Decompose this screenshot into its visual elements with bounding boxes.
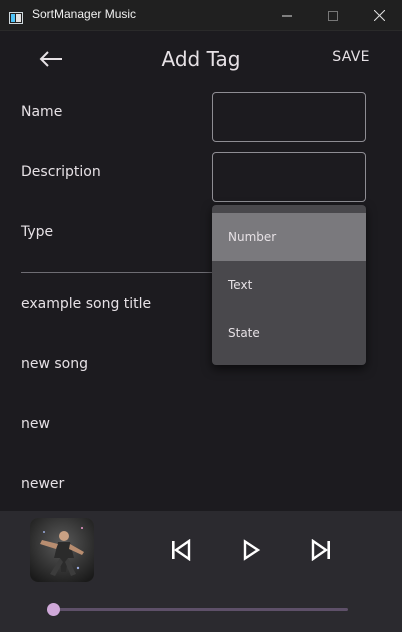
type-label: Type — [21, 224, 54, 240]
name-label: Name — [21, 104, 63, 120]
play-icon — [243, 539, 261, 561]
progress-slider-track[interactable] — [53, 608, 348, 611]
close-button[interactable] — [356, 0, 402, 31]
skip-next-icon — [311, 539, 330, 561]
previous-button[interactable] — [167, 536, 195, 564]
close-icon — [373, 10, 385, 21]
dropdown-option-number[interactable]: Number — [212, 213, 366, 261]
dropdown-option-state[interactable]: State — [212, 309, 366, 357]
skip-previous-icon — [172, 539, 191, 561]
next-button[interactable] — [307, 536, 335, 564]
save-button[interactable]: SAVE — [324, 49, 378, 71]
dropdown-option-text[interactable]: Text — [212, 261, 366, 309]
progress-slider-thumb[interactable] — [46, 603, 60, 616]
divider — [21, 272, 212, 273]
app-bar: Add Tag SAVE — [0, 31, 402, 87]
play-button[interactable] — [237, 536, 265, 564]
window-titlebar: SortManager Music — [0, 0, 402, 31]
now-playing-bar — [0, 511, 402, 632]
type-dropdown-menu: Number Text State — [212, 205, 366, 365]
maximize-icon — [328, 10, 338, 21]
window-title: SortManager Music — [32, 7, 137, 21]
maximize-button[interactable] — [310, 0, 356, 31]
list-item[interactable]: example song title — [21, 296, 151, 312]
minimize-icon — [282, 15, 292, 16]
album-art[interactable] — [30, 518, 94, 582]
list-item[interactable]: new song — [21, 356, 88, 372]
list-item[interactable]: newer — [21, 476, 64, 492]
list-item[interactable]: new — [21, 416, 50, 432]
minimize-button[interactable] — [264, 0, 310, 31]
description-label: Description — [21, 164, 101, 180]
name-field[interactable] — [212, 92, 366, 142]
app-icon — [9, 9, 23, 24]
description-field[interactable] — [212, 152, 366, 202]
